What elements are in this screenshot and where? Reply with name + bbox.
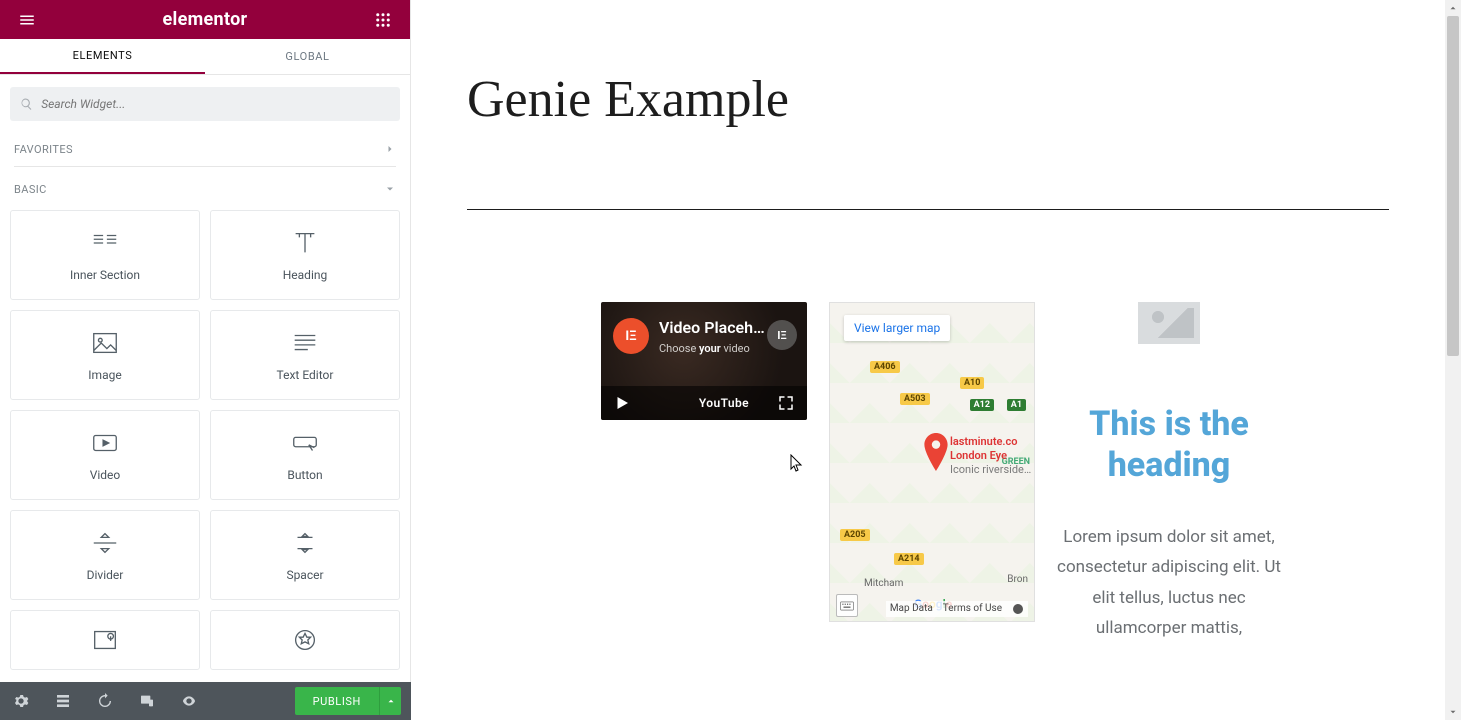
page-title: Genie Example bbox=[467, 70, 1445, 129]
scroll-up-button[interactable] bbox=[1445, 0, 1461, 16]
video-widget[interactable]: IΞ Video Placeh… Choose your video IΞ Yo… bbox=[601, 302, 807, 420]
widget-video[interactable]: Video bbox=[10, 410, 200, 500]
section-favorites[interactable]: FAVORITES bbox=[0, 127, 410, 166]
fullscreen-icon[interactable] bbox=[777, 394, 795, 412]
tab-elements[interactable]: ELEMENTS bbox=[0, 39, 205, 74]
section-basic-label: BASIC bbox=[14, 183, 47, 196]
col-map: View larger map A503 A10 A406 A12 A1 A20… bbox=[829, 302, 1035, 644]
map-data-link[interactable]: Map Data bbox=[890, 603, 933, 615]
road-label: A205 bbox=[840, 529, 870, 541]
map-place-label: lastminute.co London Eye Iconic riversid… bbox=[950, 435, 1031, 476]
section-basic[interactable]: BASIC bbox=[0, 167, 410, 206]
col-video: IΞ Video Placeh… Choose your video IΞ Yo… bbox=[601, 302, 807, 644]
section-favorites-label: FAVORITES bbox=[14, 143, 73, 156]
widget-image[interactable]: Image bbox=[10, 310, 200, 400]
youtube-label: YouTube bbox=[699, 396, 749, 410]
widget-google-maps[interactable] bbox=[10, 610, 200, 670]
widget-label: Button bbox=[287, 468, 322, 482]
widget-label: Inner Section bbox=[70, 268, 140, 282]
youtube-logo[interactable]: YouTube bbox=[699, 396, 749, 410]
tab-global-label: GLOBAL bbox=[285, 50, 329, 63]
widget-spacer[interactable]: Spacer bbox=[210, 510, 400, 600]
vertical-scrollbar[interactable] bbox=[1445, 0, 1461, 720]
widget-icon[interactable] bbox=[210, 610, 400, 670]
search-widget[interactable] bbox=[10, 87, 400, 121]
content-columns: IΞ Video Placeh… Choose your video IΞ Yo… bbox=[601, 302, 1445, 644]
publish-dropdown[interactable] bbox=[379, 687, 401, 715]
brand-logo: elementor bbox=[163, 9, 248, 30]
road-label: A214 bbox=[894, 553, 924, 565]
widget-label: Video bbox=[90, 468, 121, 482]
road-label: A1 bbox=[1007, 399, 1026, 411]
video-subtitle: Choose your video bbox=[659, 342, 750, 355]
col-content: This is the heading Lorem ipsum dolor si… bbox=[1057, 302, 1281, 644]
road-label: A10 bbox=[960, 377, 984, 389]
widget-label: Spacer bbox=[286, 568, 323, 582]
road-label: A406 bbox=[870, 361, 900, 373]
widget-divider[interactable]: Divider bbox=[10, 510, 200, 600]
publish-label: PUBLISH bbox=[313, 695, 361, 708]
brand-text: elementor bbox=[163, 9, 248, 30]
map-report-icon[interactable] bbox=[1012, 603, 1024, 615]
responsive-icon[interactable] bbox=[136, 690, 158, 712]
tab-elements-label: ELEMENTS bbox=[73, 49, 133, 62]
widget-label: Divider bbox=[87, 568, 124, 582]
video-channel-avatar: IΞ bbox=[613, 318, 649, 354]
preview-icon[interactable] bbox=[178, 690, 200, 712]
map-city-label: Mitcham bbox=[864, 578, 903, 589]
editor-canvas[interactable]: Genie Example IΞ Video Placeh… Choose yo… bbox=[411, 0, 1445, 720]
widget-label: Image bbox=[88, 368, 121, 382]
image-placeholder-widget[interactable] bbox=[1138, 302, 1200, 344]
panel-header: elementor bbox=[0, 0, 410, 39]
video-title: Video Placeh… bbox=[659, 318, 767, 337]
search-input[interactable] bbox=[41, 97, 390, 111]
google-map-widget[interactable]: View larger map A503 A10 A406 A12 A1 A20… bbox=[829, 302, 1035, 622]
history-icon[interactable] bbox=[94, 690, 116, 712]
widget-text-editor[interactable]: Text Editor bbox=[210, 310, 400, 400]
apps-grid-icon[interactable] bbox=[370, 7, 396, 33]
elementor-panel: elementor ELEMENTS GLOBAL FAVORITES BASI… bbox=[0, 0, 411, 720]
heading-widget[interactable]: This is the heading bbox=[1057, 404, 1281, 486]
map-pin-icon bbox=[922, 433, 950, 475]
play-icon[interactable] bbox=[613, 394, 631, 412]
road-label: A12 bbox=[970, 399, 994, 411]
road-label: A503 bbox=[900, 393, 930, 405]
panel-footer: PUBLISH bbox=[0, 682, 411, 720]
page-divider bbox=[467, 209, 1389, 210]
panel-tabs: ELEMENTS GLOBAL bbox=[0, 39, 410, 75]
keyboard-shortcuts-icon[interactable] bbox=[836, 594, 858, 617]
widget-button[interactable]: Button bbox=[210, 410, 400, 500]
mouse-cursor bbox=[790, 454, 804, 472]
map-footer: Map Data Terms of Use bbox=[886, 601, 1028, 617]
widget-edit-bubble[interactable]: IΞ bbox=[767, 320, 797, 350]
publish-button[interactable]: PUBLISH bbox=[295, 687, 379, 715]
video-controls: YouTube bbox=[601, 386, 807, 420]
view-larger-map-link[interactable]: View larger map bbox=[844, 315, 950, 341]
tab-global[interactable]: GLOBAL bbox=[205, 39, 410, 74]
widget-grid: Inner Section Heading Image Text Editor … bbox=[0, 206, 410, 720]
text-editor-widget[interactable]: Lorem ipsum dolor sit amet, consectetur … bbox=[1057, 522, 1281, 644]
scroll-thumb[interactable] bbox=[1447, 16, 1459, 356]
map-city-label: Bron bbox=[1007, 574, 1028, 585]
navigator-icon[interactable] bbox=[52, 690, 74, 712]
hamburger-menu-icon[interactable] bbox=[14, 7, 40, 33]
widget-inner-section[interactable]: Inner Section bbox=[10, 210, 200, 300]
search-icon bbox=[20, 97, 33, 111]
widget-heading[interactable]: Heading bbox=[210, 210, 400, 300]
widget-label: Text Editor bbox=[277, 368, 334, 382]
widget-label: Heading bbox=[283, 268, 328, 282]
scroll-down-button[interactable] bbox=[1445, 704, 1461, 720]
settings-icon[interactable] bbox=[10, 690, 32, 712]
map-terms-link[interactable]: Terms of Use bbox=[943, 603, 1002, 615]
chevron-down-icon bbox=[384, 183, 396, 195]
chevron-right-icon bbox=[384, 143, 396, 155]
